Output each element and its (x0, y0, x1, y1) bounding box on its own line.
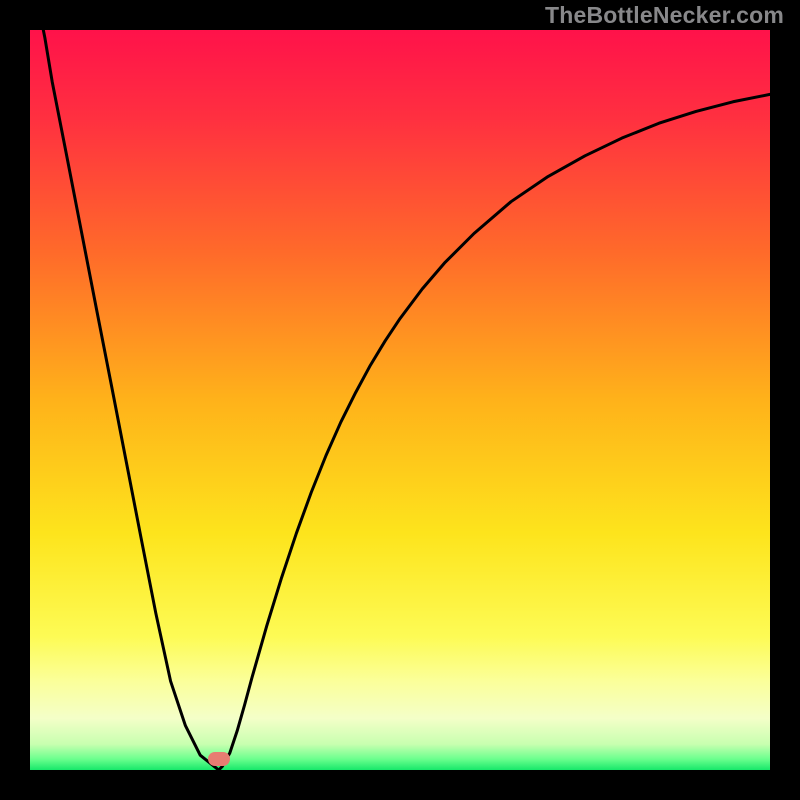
chart-frame: TheBottleNecker.com (0, 0, 800, 800)
bottleneck-curve (30, 30, 770, 770)
watermark-text: TheBottleNecker.com (545, 2, 784, 29)
plot-area (30, 30, 770, 770)
optimal-point-marker (208, 752, 230, 766)
